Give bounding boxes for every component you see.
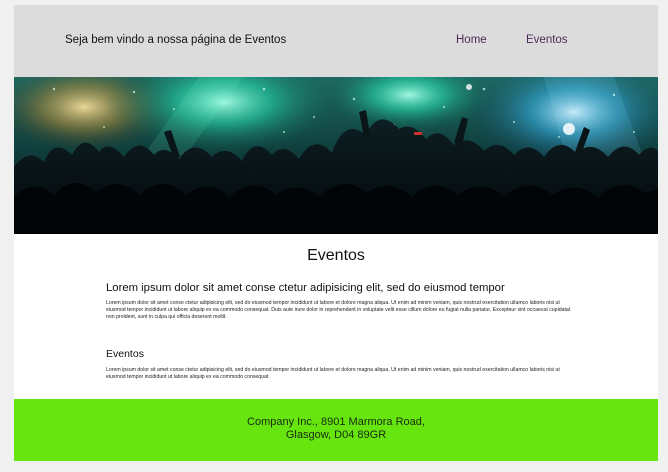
section-heading: Lorem ipsum dolor sit amet conse ctetur … (106, 282, 505, 294)
header-title: Seja bem vindo a nossa página de Eventos (65, 34, 287, 46)
page: Seja bem vindo a nossa página de Eventos… (14, 5, 658, 461)
footer-address-line-1: Company Inc., 8901 Marmora Road, (247, 416, 425, 428)
hero-image (14, 77, 658, 234)
section-paragraph: Lorem ipsum dolor sit amet conse ctetur … (106, 300, 571, 320)
footer-address-line-2: Glasgow, D04 89GR (285, 429, 387, 441)
section-paragraph-eventos: Lorem ipsum dolor sit amet conse ctetur … (106, 367, 560, 380)
nav-link-home[interactable]: Home (456, 34, 487, 46)
nav-link-eventos[interactable]: Eventos (526, 34, 568, 46)
footer: Company Inc., 8901 Marmora Road, Glasgow… (14, 399, 658, 461)
concert-crowd-illustration (14, 77, 658, 234)
section-heading-eventos: Eventos (106, 348, 144, 360)
header: Seja bem vindo a nossa página de Eventos… (14, 5, 658, 77)
page-title: Eventos (307, 247, 365, 264)
